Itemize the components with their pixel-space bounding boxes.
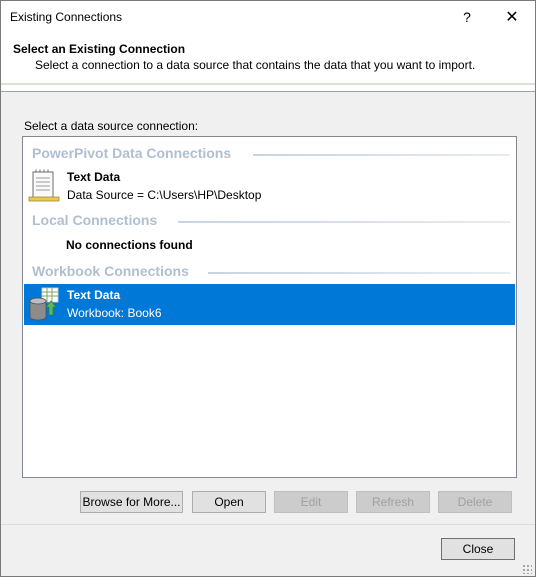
close-window-button[interactable]: ✕: [489, 1, 535, 33]
group-divider-line: [208, 272, 510, 274]
group-header-powerpivot: PowerPivot Data Connections: [23, 145, 516, 165]
title-bar[interactable]: Existing Connections ? ✕: [1, 1, 535, 33]
open-button[interactable]: Open: [192, 491, 266, 513]
existing-connections-dialog: Existing Connections ? ✕ Select an Exist…: [0, 0, 536, 577]
group-header-workbook: Workbook Connections: [23, 263, 516, 283]
browse-for-more-button[interactable]: Browse for More...: [80, 491, 183, 513]
group-header-local: Local Connections: [23, 212, 516, 232]
no-connections-message: No connections found: [66, 238, 193, 252]
group-divider-line: [178, 221, 510, 223]
connection-details: Data Source = C:\Users\HP\Desktop: [67, 188, 262, 202]
connection-item-workbook-text-data[interactable]: Text Data Workbook: Book6: [24, 284, 515, 325]
refresh-button[interactable]: Refresh: [356, 491, 430, 513]
connection-item-powerpivot-text-data[interactable]: Text Data Data Source = C:\Users\HP\Desk…: [24, 166, 515, 207]
header-title: Select an Existing Connection: [13, 42, 186, 56]
source-list-label: Select a data source connection:: [24, 119, 199, 133]
group-divider-line: [253, 154, 510, 156]
group-label: Local Connections: [32, 212, 168, 228]
connection-title: Text Data: [67, 288, 121, 302]
help-button[interactable]: ?: [444, 1, 490, 33]
group-label: Workbook Connections: [32, 263, 199, 279]
header-divider: [1, 83, 535, 85]
window-title: Existing Connections: [10, 10, 123, 24]
help-icon: ?: [463, 9, 471, 25]
connections-list[interactable]: PowerPivot Data Connections Text Data Da…: [22, 136, 517, 478]
connection-title: Text Data: [67, 170, 121, 184]
header-subtitle: Select a connection to a data source tha…: [35, 58, 476, 72]
workbook-connection-icon: [29, 287, 59, 321]
group-label: PowerPivot Data Connections: [32, 145, 242, 161]
dialog-header: Select an Existing Connection Select a c…: [1, 33, 535, 92]
resize-grip[interactable]: [522, 564, 532, 574]
dialog-footer: Close: [1, 524, 535, 576]
connection-details: Workbook: Book6: [67, 306, 162, 320]
delete-button[interactable]: Delete: [438, 491, 512, 513]
close-button[interactable]: Close: [441, 538, 515, 560]
text-file-icon: [28, 169, 60, 202]
edit-button[interactable]: Edit: [274, 491, 348, 513]
close-icon: ✕: [505, 9, 519, 26]
